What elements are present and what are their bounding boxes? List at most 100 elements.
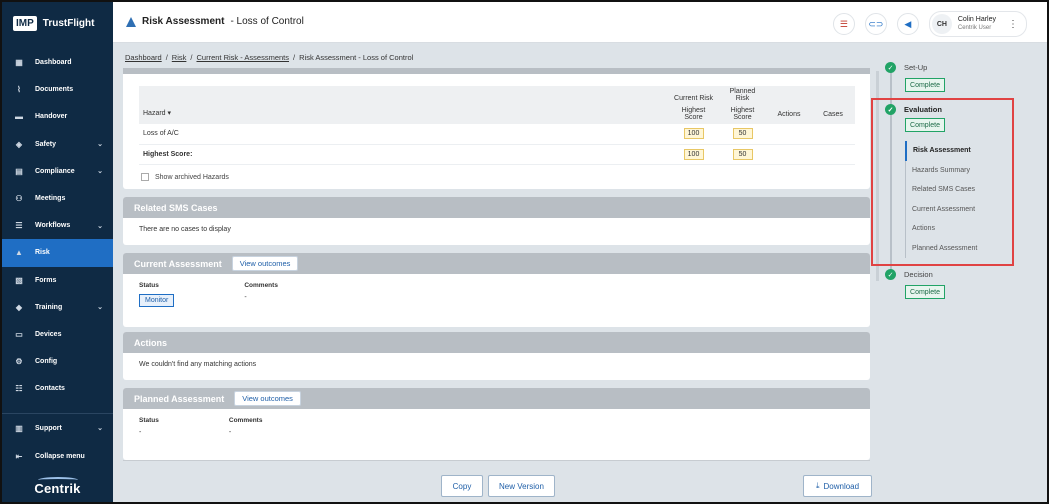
status-label: Status bbox=[139, 282, 159, 289]
sidebar-item-label: Devices bbox=[35, 330, 62, 338]
current-comments-field: Comments - bbox=[244, 282, 278, 307]
status-badge: Monitor bbox=[139, 294, 175, 307]
col-planned-risk: Planned Risk bbox=[718, 86, 767, 104]
current-score-badge: 100 bbox=[683, 128, 704, 140]
footer-actions: Copy New Version ⤓ Download bbox=[123, 460, 872, 502]
check-icon: ✓ bbox=[885, 62, 896, 73]
topbar: Risk Assessment - Loss of Control ☰ ⊂⊃ ◀… bbox=[113, 2, 1047, 43]
breadcrumb-separator: / bbox=[165, 53, 168, 62]
sidebar-item-devices[interactable]: ▭ Devices bbox=[2, 321, 113, 348]
col-actions: Actions bbox=[767, 104, 811, 124]
comments-label: Comments bbox=[244, 282, 278, 289]
copy-button[interactable]: Copy bbox=[441, 475, 483, 497]
show-archived-checkbox[interactable] bbox=[141, 173, 149, 181]
form-icon: ▧ bbox=[15, 275, 23, 285]
sidebar-item-label: Collapse menu bbox=[35, 452, 85, 460]
related-sms-header: Related SMS Cases bbox=[123, 197, 870, 218]
book-icon: ▥ bbox=[15, 423, 23, 433]
step-decision[interactable]: ✓ Decision bbox=[885, 269, 933, 280]
breadcrumb-separator: / bbox=[190, 53, 193, 62]
sidebar-item-risk[interactable]: ▲ Risk bbox=[2, 239, 113, 267]
actions-cell bbox=[767, 124, 811, 145]
main-content[interactable]: Current Risk Planned Risk Hazard ▾ Highe… bbox=[123, 68, 870, 460]
table-header-empty bbox=[139, 86, 669, 104]
current-assessment-header: Current Assessment View outcomes bbox=[123, 253, 870, 274]
clipboard-icon: ▤ bbox=[15, 166, 23, 176]
megaphone-icon[interactable]: ◀ bbox=[896, 13, 919, 35]
risk-triangle-icon bbox=[126, 16, 136, 27]
check-icon: ✓ bbox=[885, 269, 896, 280]
centrik-text: Centrik bbox=[34, 481, 81, 496]
breadcrumb-current-risk[interactable]: Current Risk - Assessments bbox=[196, 53, 289, 62]
user-menu[interactable]: CH Colin Harley Centrik User ⋮ bbox=[928, 11, 1027, 37]
setup-complete-button[interactable]: Complete bbox=[905, 78, 945, 92]
highest-current-badge: 100 bbox=[683, 148, 704, 160]
sidebar-item-config[interactable]: ⚙ Config bbox=[2, 348, 113, 375]
sidebar-item-documents[interactable]: ⌇ Documents bbox=[2, 76, 113, 103]
more-options-icon[interactable]: ⋮ bbox=[1008, 19, 1018, 30]
actions-title: Actions bbox=[134, 337, 168, 348]
sidebar-item-safety[interactable]: ◈ Safety ⌄ bbox=[2, 131, 113, 158]
sidebar-item-handover[interactable]: ▬ Handover bbox=[2, 103, 113, 130]
brand[interactable]: IMP TrustFlight bbox=[2, 2, 113, 44]
paperclip-icon: ⌇ bbox=[17, 85, 21, 95]
step-setup[interactable]: ✓ Set-Up bbox=[885, 62, 927, 73]
step-label: Decision bbox=[904, 270, 933, 279]
related-sms-title: Related SMS Cases bbox=[134, 202, 218, 213]
download-icon: ⤓ bbox=[815, 481, 820, 490]
hazard-name[interactable]: Loss of A/C bbox=[139, 124, 669, 145]
current-view-outcomes-button[interactable]: View outcomes bbox=[231, 256, 299, 271]
sidebar-item-label: Compliance bbox=[35, 167, 75, 175]
hazards-table: Current Risk Planned Risk Hazard ▾ Highe… bbox=[139, 86, 855, 165]
sidebar-item-label: Meetings bbox=[35, 195, 66, 203]
show-archived-toggle[interactable]: Show archived Hazards bbox=[141, 173, 229, 181]
comments-label: Comments bbox=[228, 417, 263, 424]
chevron-down-icon: ⌄ bbox=[97, 141, 103, 149]
collapse-menu-button[interactable]: ⇤ Collapse menu bbox=[2, 442, 113, 470]
sidebar: IMP TrustFlight ▦ Dashboard ⌇ Documents ▬ Han… bbox=[2, 2, 113, 502]
sidebar-item-meetings[interactable]: ⚇ Meetings bbox=[2, 185, 113, 212]
shield-icon: ◈ bbox=[15, 139, 23, 149]
breadcrumb-risk[interactable]: Risk bbox=[172, 53, 187, 62]
sidebar-item-label: Dashboard bbox=[35, 59, 72, 67]
sidebar-item-label: Safety bbox=[35, 140, 57, 148]
related-sms-empty: There are no cases to display bbox=[139, 226, 231, 233]
planned-assessment-header: Planned Assessment View outcomes bbox=[123, 388, 870, 409]
col-hazard[interactable]: Hazard ▾ bbox=[139, 104, 669, 124]
collapse-icon: ⇤ bbox=[15, 451, 23, 461]
sidebar-item-dashboard[interactable]: ▦ Dashboard bbox=[2, 49, 113, 76]
chevron-down-icon: ⌄ bbox=[97, 168, 103, 176]
sidebar-item-contacts[interactable]: ☷ Contacts bbox=[2, 375, 113, 402]
breadcrumb-dashboard[interactable]: Dashboard bbox=[125, 53, 162, 62]
report-icon[interactable]: ☰ bbox=[832, 13, 855, 35]
planned-view-outcomes-button[interactable]: View outcomes bbox=[234, 391, 301, 406]
sidebar-item-training[interactable]: ◆ Training ⌄ bbox=[2, 294, 113, 321]
highlight-box bbox=[871, 98, 1014, 266]
table-row[interactable]: Loss of A/C 100 50 bbox=[139, 124, 855, 145]
new-version-button[interactable]: New Version bbox=[488, 475, 555, 497]
decision-complete-button[interactable]: Complete bbox=[905, 285, 945, 299]
cases-cell bbox=[811, 124, 855, 145]
table-row-highest: Highest Score: 100 50 bbox=[139, 144, 855, 165]
user-name: Colin Harley bbox=[957, 16, 996, 23]
download-button[interactable]: ⤓ Download bbox=[803, 475, 872, 497]
planned-score-badge: 50 bbox=[732, 128, 753, 140]
highest-planned-badge: 50 bbox=[732, 148, 753, 160]
sidebar-item-support[interactable]: ▥ Support ⌄ bbox=[2, 414, 113, 442]
sidebar-item-label: Handover bbox=[35, 113, 68, 121]
sidebar-nav: ▦ Dashboard ⌇ Documents ▬ Handover ◈ Safety ⌄ ▤ Co… bbox=[2, 49, 113, 402]
chevron-down-icon: ⌄ bbox=[97, 425, 103, 432]
table-header-empty bbox=[811, 86, 855, 104]
app-window: IMP TrustFlight ▦ Dashboard ⌇ Documents ▬ Han… bbox=[0, 0, 1049, 504]
sidebar-item-forms[interactable]: ▧ Forms bbox=[2, 267, 113, 294]
link-icon[interactable]: ⊂⊃ bbox=[864, 13, 887, 35]
brand-name: TrustFlight bbox=[42, 17, 95, 29]
actions-cell bbox=[767, 144, 811, 165]
sidebar-item-compliance[interactable]: ▤ Compliance ⌄ bbox=[2, 158, 113, 185]
workflow-icon: ☰ bbox=[15, 221, 23, 231]
centrik-logo: Centrik bbox=[2, 477, 113, 496]
sidebar-item-label: Config bbox=[35, 358, 58, 366]
breadcrumb-current: Risk Assessment - Loss of Control bbox=[299, 53, 414, 62]
col-cases: Cases bbox=[811, 104, 855, 124]
sidebar-item-workflows[interactable]: ☰ Workflows ⌄ bbox=[2, 212, 113, 239]
